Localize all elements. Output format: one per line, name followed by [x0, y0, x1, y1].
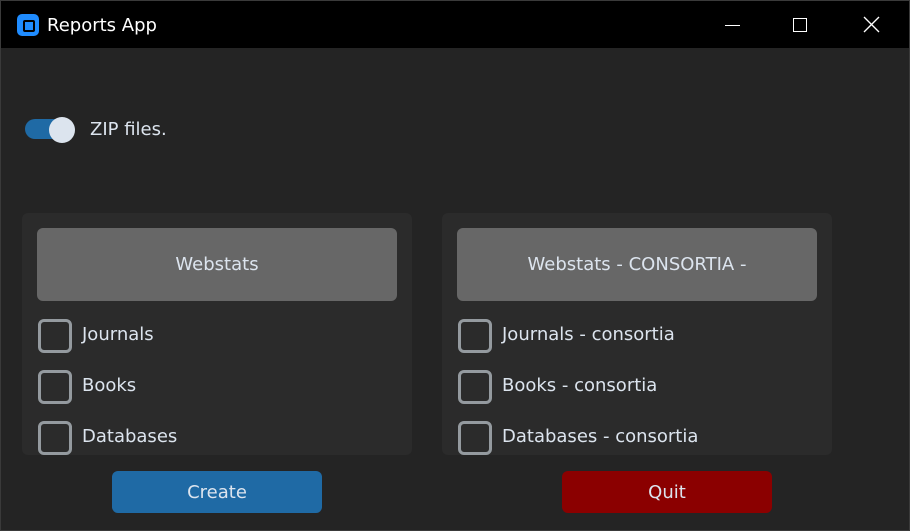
webstats-consortia-header-button[interactable]: Webstats - CONSORTIA - [457, 228, 817, 301]
checkbox-box[interactable] [38, 421, 72, 455]
checkbox-box[interactable] [38, 319, 72, 353]
checkbox-box[interactable] [458, 421, 492, 455]
checkbox-label: Databases - consortia [502, 426, 699, 447]
checkbox-databases[interactable]: Databases [37, 420, 397, 455]
app-icon [17, 14, 39, 36]
checkbox-label: Journals - consortia [502, 324, 675, 345]
switch-label: ZIP files. [90, 119, 167, 140]
webstats-panel: Webstats Journals Books Databases [22, 213, 412, 455]
switch-knob[interactable] [49, 117, 75, 143]
checkbox-box[interactable] [458, 319, 492, 353]
webstats-header-button[interactable]: Webstats [37, 228, 397, 301]
webstats-consortia-panel: Webstats - CONSORTIA - Journals - consor… [442, 213, 832, 455]
window-title: Reports App [47, 15, 157, 36]
checkbox-label: Books - consortia [502, 375, 658, 396]
maximize-icon [793, 18, 807, 32]
checkbox-label: Books [82, 375, 137, 396]
title-bar[interactable]: Reports App [1, 1, 909, 48]
checkbox-journals[interactable]: Journals [37, 318, 397, 354]
checkbox-databases-consortia[interactable]: Databases - consortia [457, 420, 817, 455]
checkbox-books[interactable]: Books [37, 369, 397, 405]
maximize-button[interactable] [777, 1, 823, 48]
minimize-button[interactable] [709, 1, 755, 48]
close-button[interactable] [849, 1, 895, 48]
minimize-icon [725, 25, 740, 26]
checkbox-box[interactable] [458, 370, 492, 404]
checkbox-label: Databases [82, 426, 178, 447]
checkbox-journals-consortia[interactable]: Journals - consortia [457, 318, 817, 354]
create-button[interactable]: Create [112, 471, 322, 513]
checkbox-books-consortia[interactable]: Books - consortia [457, 369, 817, 405]
quit-button[interactable]: Quit [562, 471, 772, 513]
close-icon [863, 16, 880, 33]
main-content: ZIP files. Webstats Journals Books Datab… [1, 48, 909, 530]
checkbox-box[interactable] [38, 370, 72, 404]
app-window: Reports App ZIP files. Webstats Journals [0, 0, 910, 531]
checkbox-label: Journals [82, 324, 154, 345]
